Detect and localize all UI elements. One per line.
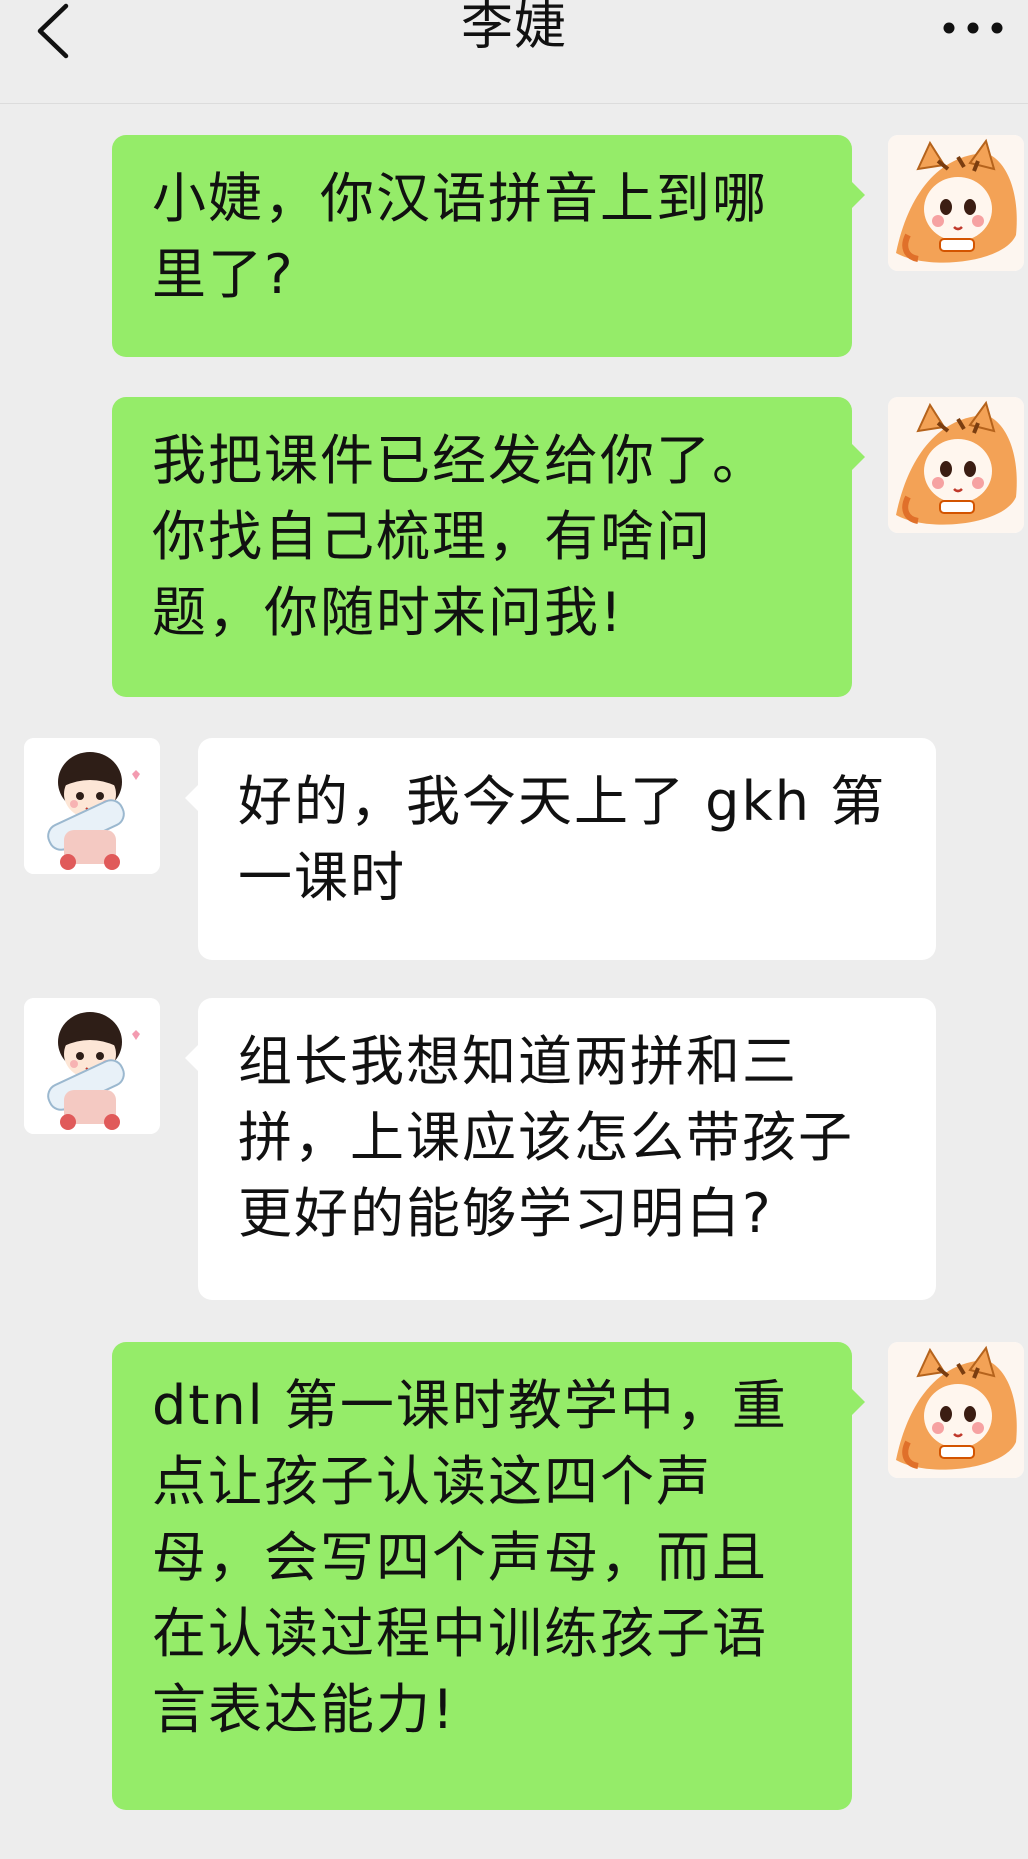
- message-bubble[interactable]: 我把课件已经发给你了。你找自己梳理，有啥问题，你随时来问我!: [112, 397, 865, 697]
- tiger-costume-girl-avatar[interactable]: [888, 397, 1024, 533]
- tiger-costume-girl-avatar[interactable]: [888, 135, 1024, 271]
- message-row: dtnl 第一课时教学中，重点让孩子认读这四个声母，会写四个声母，而且在认读过程…: [0, 1342, 1028, 1810]
- message-row: 小婕，你汉语拼音上到哪里了?: [0, 135, 1028, 357]
- message-bubble[interactable]: 好的，我今天上了 gkh 第一课时: [185, 738, 936, 960]
- more-dots-icon[interactable]: [940, 16, 1006, 40]
- message-text: 组长我想知道两拼和三拼，上课应该怎么带孩子更好的能够学习明白?: [238, 1030, 854, 1245]
- girl-holding-bottle-icon: [24, 738, 160, 874]
- message-text: 我把课件已经发给你了。你找自己梳理，有啥问题，你随时来问我!: [152, 429, 768, 644]
- tiger-costume-girl-icon: [888, 397, 1024, 533]
- tiger-costume-girl-icon: [888, 135, 1024, 271]
- message-bubble[interactable]: 组长我想知道两拼和三拼，上课应该怎么带孩子更好的能够学习明白?: [185, 998, 936, 1300]
- chat-screen: 李婕 小婕，你汉语拼音上到哪里了? 我把课件已经发给你了。你找自己梳理，有啥问题…: [0, 0, 1028, 1859]
- message-bubble[interactable]: dtnl 第一课时教学中，重点让孩子认读这四个声母，会写四个声母，而且在认读过程…: [112, 1342, 865, 1810]
- tiger-costume-girl-icon: [888, 1342, 1024, 1478]
- message-text: 小婕，你汉语拼音上到哪里了?: [152, 167, 768, 306]
- message-row: 组长我想知道两拼和三拼，上课应该怎么带孩子更好的能够学习明白?: [0, 998, 1028, 1300]
- girl-holding-bottle-avatar[interactable]: [24, 998, 160, 1134]
- message-row: 我把课件已经发给你了。你找自己梳理，有啥问题，你随时来问我!: [0, 397, 1028, 697]
- chat-title: 李婕: [460, 0, 567, 57]
- girl-holding-bottle-icon: [24, 998, 160, 1134]
- chat-header: 李婕: [0, 0, 1028, 104]
- message-row: 好的，我今天上了 gkh 第一课时: [0, 738, 1028, 960]
- tiger-costume-girl-avatar[interactable]: [888, 1342, 1024, 1478]
- message-text: 好的，我今天上了 gkh 第一课时: [238, 770, 887, 909]
- message-bubble[interactable]: 小婕，你汉语拼音上到哪里了?: [112, 135, 865, 357]
- message-text: dtnl 第一课时教学中，重点让孩子认读这四个声母，会写四个声母，而且在认读过程…: [152, 1374, 788, 1741]
- girl-holding-bottle-avatar[interactable]: [24, 738, 160, 874]
